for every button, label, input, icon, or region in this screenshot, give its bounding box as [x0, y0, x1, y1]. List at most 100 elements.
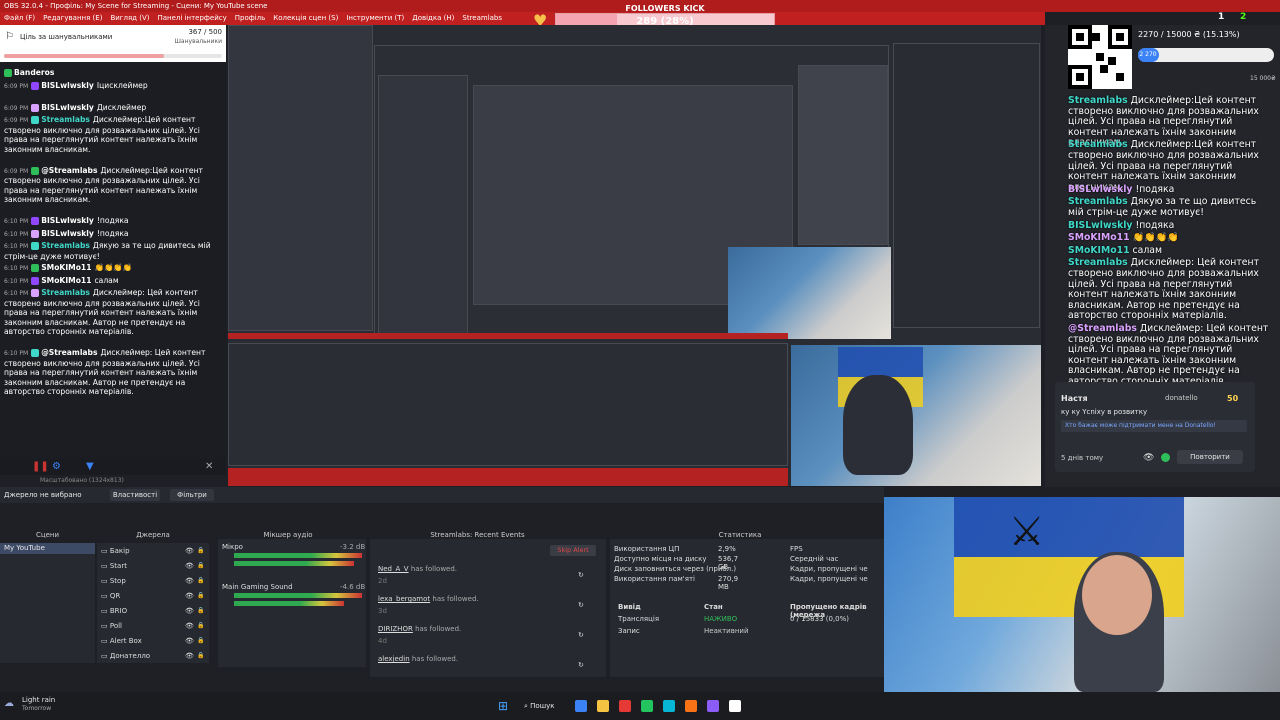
- badge-icon: [31, 103, 40, 112]
- visibility-icon[interactable]: 👁: [185, 652, 194, 660]
- filters-button[interactable]: Фільтри: [170, 489, 214, 501]
- lock-icon[interactable]: 🔒: [197, 592, 204, 599]
- visibility-icon[interactable]: 👁: [185, 577, 194, 585]
- taskbar-app-icon[interactable]: [619, 700, 631, 712]
- obs-docks: Джерело не вибрано Властивості Фільтри С…: [0, 487, 884, 692]
- source-item[interactable]: ▭ Донателло 👁 🔒: [101, 652, 205, 660]
- replay-icon[interactable]: ↻: [578, 601, 584, 609]
- menu-item[interactable]: Streamlabs: [462, 12, 502, 25]
- lock-icon[interactable]: 🔒: [197, 652, 204, 659]
- source-item[interactable]: ▭ Бакір 👁 🔒: [101, 547, 205, 555]
- qr-goal-max: 15 000₴: [1250, 75, 1276, 82]
- eye-icon[interactable]: 👁: [1143, 453, 1154, 463]
- visibility-icon[interactable]: 👁: [185, 607, 194, 615]
- visibility-icon[interactable]: 👁: [185, 562, 194, 570]
- replay-icon[interactable]: ↻: [578, 571, 584, 579]
- lock-icon[interactable]: 🔒: [197, 607, 204, 614]
- visibility-icon[interactable]: 👁: [185, 547, 194, 555]
- chat-time: 6:09 PM: [4, 117, 29, 124]
- overlay-chat-user: BISLwlwskly: [1068, 219, 1133, 231]
- menu-item[interactable]: Файл (F): [4, 12, 35, 25]
- scenes-panel: My YouTube: [0, 543, 95, 663]
- donation-link[interactable]: Хто бажає може підтримати мене на Donate…: [1061, 420, 1247, 432]
- filters-button-label: Фільтри: [177, 491, 207, 499]
- chat-time: 6:10 PM: [4, 290, 29, 297]
- overlay-chat-user: Streamlabs: [1068, 257, 1128, 269]
- stat-right-label: Кадри, пропущені че: [790, 575, 868, 583]
- check-icon[interactable]: [1161, 453, 1170, 462]
- source-item[interactable]: ▭ QR 👁 🔒: [101, 592, 205, 600]
- overlay-chat-message: SMoKIMo11 👏👏👏👏: [1068, 232, 1274, 244]
- menu-item[interactable]: Довідка (H): [412, 12, 454, 25]
- overlay-chat-text: !подяка: [1135, 219, 1175, 231]
- source-type-icon: ▭: [101, 562, 110, 570]
- overlay-chat-user: Streamlabs: [1068, 95, 1128, 106]
- output-header: Вивід: [618, 603, 641, 611]
- chat-time: 6:10 PM: [4, 350, 29, 357]
- badge-icon: [31, 166, 40, 175]
- event-user: alexjedin: [378, 655, 410, 663]
- visibility-icon[interactable]: 👁: [185, 637, 194, 645]
- taskbar-app-icon[interactable]: [597, 700, 609, 712]
- event-item: lexa_bergamot has followed. 3d ↻: [378, 595, 598, 615]
- menu-item[interactable]: Панелі інтерфейсу: [157, 12, 226, 25]
- overlay-chat-text: салам: [1132, 244, 1163, 256]
- skip-alert-button[interactable]: Skip Alert: [550, 545, 596, 556]
- visibility-icon[interactable]: 👁: [185, 592, 194, 600]
- settings-icon[interactable]: ⚙: [52, 461, 61, 472]
- chat-user: BISLwlwskly: [41, 216, 94, 225]
- source-item[interactable]: ▭ Poll 👁 🔒: [101, 622, 205, 630]
- donation-name: Настя: [1061, 394, 1088, 403]
- search-box[interactable]: ⌕ Пошук: [524, 698, 564, 714]
- scene-item[interactable]: My YouTube: [0, 543, 95, 554]
- event-text: has followed.: [432, 595, 479, 603]
- repeat-button[interactable]: Повторити: [1177, 450, 1243, 464]
- chat-user: BISLwlwskly: [41, 102, 94, 112]
- menu-item[interactable]: Редагування (E): [43, 12, 102, 25]
- source-item[interactable]: ▭ Stop 👁 🔒: [101, 577, 205, 585]
- close-icon[interactable]: ✕: [205, 461, 213, 472]
- qr-goal-bar: [1138, 48, 1274, 62]
- chat-time: 6:09 PM: [4, 167, 29, 175]
- event-item: Ned_A_V has followed. 2d ↻: [378, 565, 598, 585]
- menu-item[interactable]: Інструменти (T): [346, 12, 404, 25]
- goal-count: 367 / 500: [188, 28, 222, 36]
- source-item[interactable]: ▭ BRIO 👁 🔒: [101, 607, 205, 615]
- window-title: OBS 32.0.4 - Профіль: My Scene for Strea…: [4, 2, 268, 10]
- replay-icon[interactable]: ↻: [578, 661, 584, 669]
- properties-button[interactable]: Властивості: [110, 489, 160, 501]
- filter-icon[interactable]: ▼: [86, 461, 94, 472]
- taskbar-app-icon[interactable]: [641, 700, 653, 712]
- menu-item[interactable]: Профіль: [235, 12, 266, 25]
- taskbar-app-icon[interactable]: [663, 700, 675, 712]
- lock-icon[interactable]: 🔒: [197, 637, 204, 644]
- chat-time: 6:10 PM: [4, 277, 29, 285]
- menu-item[interactable]: Колекція сцен (S): [273, 12, 338, 25]
- taskbar-app-icon[interactable]: [685, 700, 697, 712]
- pause-icon[interactable]: ❚❚: [32, 461, 49, 472]
- lock-icon[interactable]: 🔒: [197, 577, 204, 584]
- overlay-chat-text: !подяка: [1135, 183, 1175, 195]
- stat-label: Диск заповниться через (прибл.): [614, 565, 737, 573]
- visibility-icon[interactable]: 👁: [185, 622, 194, 630]
- mixer-ch1-db: -3.2 dB: [340, 543, 366, 551]
- source-item[interactable]: ▭ Start 👁 🔒: [101, 562, 205, 570]
- lock-icon[interactable]: 🔒: [197, 622, 204, 629]
- taskbar-app-icon[interactable]: [707, 700, 719, 712]
- taskbar-app-icon[interactable]: [729, 700, 741, 712]
- lock-icon[interactable]: 🔒: [197, 547, 204, 554]
- stat-row: Використання ЦП 2,9%: [614, 545, 736, 553]
- lock-icon[interactable]: 🔒: [197, 562, 204, 569]
- taskbar-app-icon[interactable]: [575, 700, 587, 712]
- events-panel: Skip Alert Ned_A_V has followed. 2d ↻ lexa_…: [370, 539, 606, 677]
- menu-item[interactable]: Вигляд (V): [110, 12, 149, 25]
- replay-icon[interactable]: ↻: [578, 631, 584, 639]
- source-item[interactable]: ▭ Alert Box 👁 🔒: [101, 637, 205, 645]
- chat-user: Streamlabs: [41, 115, 90, 124]
- stat-row: Використання пам'яті 270,9 MB: [614, 575, 738, 591]
- repeat-button-label: Повторити: [1190, 453, 1230, 461]
- chat-user: Streamlabs: [41, 241, 90, 250]
- chat-text: !подяка: [96, 216, 129, 225]
- source-toolbar: Джерело не вибрано Властивості Фільтри: [0, 487, 884, 503]
- start-icon[interactable]: ⊞: [498, 699, 508, 713]
